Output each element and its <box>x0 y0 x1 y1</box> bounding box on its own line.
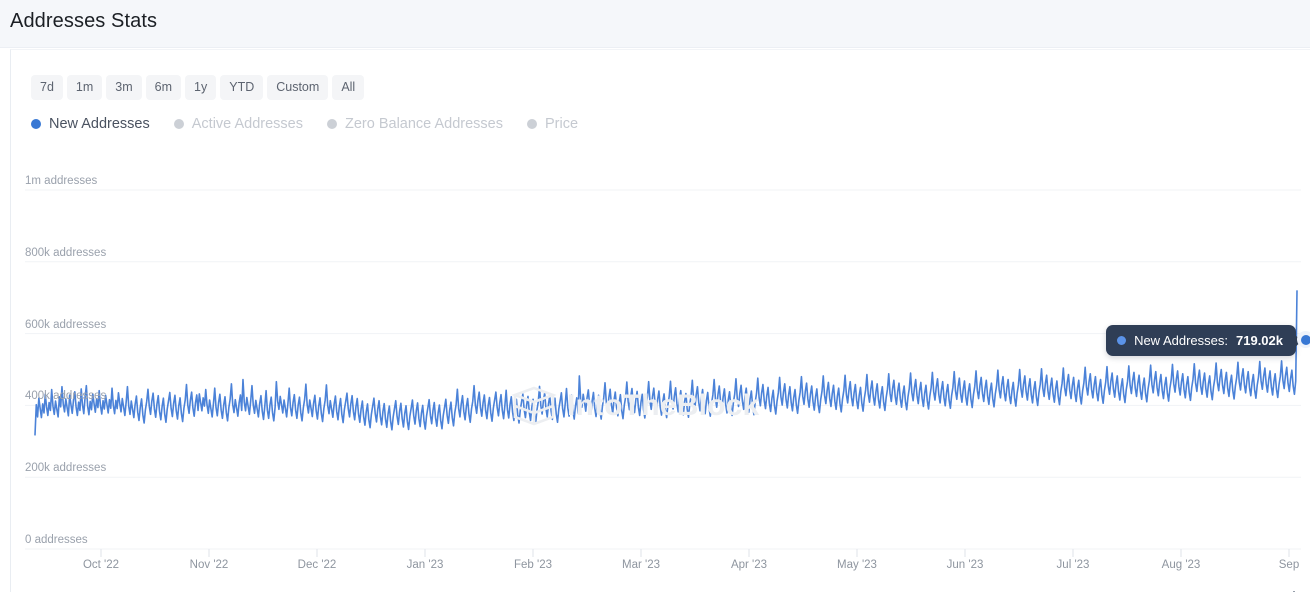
x-axis-tick-label: Nov '22 <box>189 559 229 571</box>
chart-plot-area: IntoTheBlock 1m addresses 800k addresses 6… <box>11 50 1310 592</box>
x-axis-tick-label: Oct '22 <box>82 559 120 571</box>
x-axis-tick-label: Jan '23 <box>406 559 444 571</box>
chart-x-tickmarks <box>100 549 1290 557</box>
x-axis-tick-label: Jun '23 <box>946 559 984 571</box>
chart-tooltip: New Addresses: 719.02k <box>1106 325 1302 356</box>
tooltip-series-label: New Addresses: <box>1134 333 1228 348</box>
tooltip-value: 719.02k <box>1236 333 1283 348</box>
x-axis-tick-label: Aug '23 <box>1161 559 1201 571</box>
x-axis-tick-label: Jul '23 <box>1056 559 1090 571</box>
tooltip-series-dot-icon <box>1117 336 1127 345</box>
chart-svg <box>25 189 1301 557</box>
x-axis-tick-label: Dec '22 <box>297 559 337 571</box>
page-header-band: Addresses Stats <box>0 0 1310 48</box>
y-axis-tick-label: 600k addresses <box>25 318 107 331</box>
chart-card: 7d 1m 3m 6m 1y YTD Custom All New Addresses Acti… <box>10 49 1310 592</box>
x-axis-tick-label: Apr '23 <box>730 559 768 571</box>
y-axis-tick-label: 0 addresses <box>25 534 88 546</box>
addresses-stats-page: Addresses Stats 7d 1m 3m 6m 1y YTD Custom All N… <box>0 0 1310 592</box>
page-title: Addresses Stats <box>10 10 158 32</box>
x-axis-tick-label: Feb '23 <box>514 559 552 571</box>
x-axis-tick-label: May '23 <box>837 559 877 571</box>
y-axis-tick-label: 800k addresses <box>25 246 107 259</box>
hovered-data-point <box>1297 331 1310 348</box>
x-axis-tick-label: Mar '23 <box>622 559 660 571</box>
x-axis-tick-label: Sep <box>1278 559 1300 571</box>
y-axis-tick-label: 400k addresses <box>25 390 107 403</box>
y-axis-tick-label: 1m addresses <box>25 175 98 187</box>
new-addresses-line <box>34 290 1298 436</box>
chart-gridlines <box>25 189 1301 550</box>
y-axis-tick-label: 200k addresses <box>25 462 107 475</box>
